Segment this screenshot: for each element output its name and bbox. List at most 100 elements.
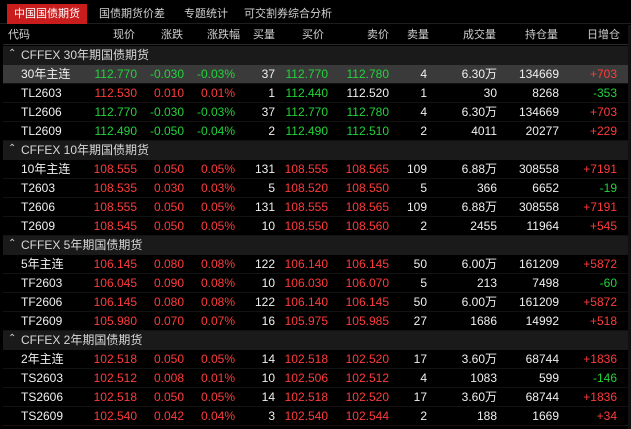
table-row[interactable]: TL2603 112.530 0.010 0.01% 1 112.440 112.520 1 3… bbox=[3, 84, 631, 103]
group-header[interactable]: ⌃ CFFEX 2年期国债期货 bbox=[3, 331, 631, 350]
val-bid-volume: 122 bbox=[254, 257, 275, 271]
chevron-up-icon[interactable]: ⌃ bbox=[8, 48, 16, 59]
val-open-interest: 134669 bbox=[518, 105, 559, 119]
val-bid-price: 112.490 bbox=[285, 124, 329, 138]
col-open-interest[interactable]: 持仓量 bbox=[525, 25, 558, 45]
group-header[interactable]: ⌃ CFFEX 30年期国债期货 bbox=[3, 46, 631, 65]
table-row[interactable]: TS2603 102.512 0.008 0.01% 10 102.506 102.512 4… bbox=[3, 369, 631, 388]
val-volume: 6.88万 bbox=[461, 200, 497, 214]
val-ask-price: 102.520 bbox=[345, 352, 389, 366]
val-bid-price: 108.520 bbox=[284, 181, 328, 195]
table-row[interactable]: T2603 108.535 0.030 0.03% 5 108.520 108.550 5 36… bbox=[3, 179, 631, 198]
val-oi-change: +518 bbox=[589, 314, 617, 328]
val-open-interest: 8268 bbox=[532, 86, 559, 100]
table-row[interactable]: T2606 108.555 0.050 0.05% 131 108.555 108.565 1… bbox=[3, 198, 631, 217]
contract-code: T2603 bbox=[21, 181, 56, 195]
col-code[interactable]: 代码 bbox=[8, 25, 30, 45]
table-row[interactable]: 5年主连 106.145 0.080 0.08% 122 106.140 106.145 50… bbox=[3, 255, 631, 274]
val-change-pct: 0.08% bbox=[200, 276, 235, 290]
val-oi-change: +703 bbox=[589, 105, 617, 119]
table-row[interactable]: TS2606 102.518 0.050 0.05% 14 102.518 102.520 1… bbox=[3, 388, 631, 407]
val-volume: 3.60万 bbox=[461, 352, 497, 366]
val-change: -0.050 bbox=[149, 124, 184, 138]
table-row[interactable]: TF2609 105.980 0.070 0.07% 16 105.975 105.985 2… bbox=[3, 312, 631, 331]
val-ask-volume: 5 bbox=[420, 181, 427, 195]
tab-special-statistics[interactable]: 专题统计 bbox=[178, 4, 234, 24]
col-ask-volume[interactable]: 卖量 bbox=[407, 25, 429, 45]
table-row[interactable]: 30年主连 112.770 -0.030 -0.03% 37 112.770 112.780… bbox=[3, 65, 631, 84]
col-ask-price[interactable]: 卖价 bbox=[367, 25, 389, 45]
val-bid-volume: 14 bbox=[261, 390, 275, 404]
col-bid-price[interactable]: 买价 bbox=[302, 25, 324, 45]
table-row[interactable]: T2609 108.545 0.050 0.05% 10 108.550 108.560 2 2… bbox=[3, 217, 631, 236]
col-bid-volume[interactable]: 买量 bbox=[253, 25, 275, 45]
val-ask-volume: 109 bbox=[406, 200, 427, 214]
val-change: 0.050 bbox=[153, 390, 184, 404]
chevron-up-icon[interactable]: ⌃ bbox=[8, 238, 16, 249]
col-change-pct[interactable]: 涨跌幅 bbox=[207, 25, 240, 45]
val-bid-volume: 5 bbox=[268, 181, 275, 195]
val-volume: 30 bbox=[483, 86, 497, 100]
val-ask-volume: 27 bbox=[413, 314, 427, 328]
col-oi-change[interactable]: 日增仓 bbox=[587, 25, 620, 45]
val-open-interest: 20277 bbox=[525, 124, 559, 138]
val-bid-volume: 10 bbox=[261, 276, 275, 290]
contract-code: TL2606 bbox=[21, 105, 62, 119]
val-change: 0.070 bbox=[153, 314, 184, 328]
val-ask-price: 112.780 bbox=[346, 105, 390, 119]
val-ask-volume: 4 bbox=[420, 67, 427, 81]
tab-cn-treasury-futures[interactable]: 中国国债期货 bbox=[7, 4, 87, 24]
val-price: 105.980 bbox=[93, 314, 137, 328]
val-price: 106.045 bbox=[93, 276, 137, 290]
col-change[interactable]: 涨跌 bbox=[161, 25, 183, 45]
val-ask-volume: 109 bbox=[406, 162, 427, 176]
tab-deliverable-bond-analysis[interactable]: 可交割券综合分析 bbox=[242, 4, 334, 24]
table-row[interactable]: TS2609 102.540 0.042 0.04% 3 102.540 102.544 2 1… bbox=[3, 407, 631, 426]
group-title: CFFEX 5年期国债期货 bbox=[21, 238, 143, 252]
val-oi-change: +5872 bbox=[583, 257, 617, 271]
contract-code: TS2606 bbox=[21, 390, 64, 404]
val-open-interest: 161209 bbox=[518, 295, 559, 309]
val-change: 0.090 bbox=[153, 276, 184, 290]
val-bid-volume: 1 bbox=[268, 86, 275, 100]
contract-code: TL2609 bbox=[21, 124, 62, 138]
contract-code: 5年主连 bbox=[21, 257, 64, 271]
quote-table: 代码 现价 涨跌 涨跌幅 买量 买价 卖价 卖量 成交量 持仓量 日增仓 ⌃ CF… bbox=[3, 25, 631, 429]
val-bid-price: 102.518 bbox=[284, 352, 328, 366]
table-row[interactable]: TF2606 106.145 0.080 0.08% 122 106.140 106.145… bbox=[3, 293, 631, 312]
val-bid-volume: 10 bbox=[261, 371, 275, 385]
col-price[interactable]: 现价 bbox=[113, 25, 135, 45]
val-bid-price: 105.975 bbox=[284, 314, 328, 328]
group-header[interactable]: ⌃ CFFEX 10年期国债期货 bbox=[3, 141, 631, 160]
val-volume: 4011 bbox=[471, 124, 497, 138]
table-row[interactable]: TF2603 106.045 0.090 0.08% 10 106.030 106.070 5… bbox=[3, 274, 631, 293]
table-row[interactable]: TL2609 112.490 -0.050 -0.04% 2 112.490 112.510… bbox=[3, 122, 631, 141]
col-volume[interactable]: 成交量 bbox=[463, 25, 496, 45]
val-ask-price: 106.145 bbox=[345, 295, 389, 309]
val-price: 108.545 bbox=[93, 219, 137, 233]
val-change-pct: 0.01% bbox=[200, 86, 235, 100]
table-row[interactable]: 10年主连 108.555 0.050 0.05% 131 108.555 108.565 1… bbox=[3, 160, 631, 179]
table-row[interactable]: 2年主连 102.518 0.050 0.05% 14 102.518 102.520 17 3… bbox=[3, 350, 631, 369]
val-ask-price: 112.780 bbox=[346, 67, 390, 81]
val-ask-price: 108.565 bbox=[345, 200, 389, 214]
val-ask-volume: 1 bbox=[420, 86, 427, 100]
val-bid-volume: 37 bbox=[261, 67, 275, 81]
val-open-interest: 308558 bbox=[518, 200, 559, 214]
chevron-up-icon[interactable]: ⌃ bbox=[8, 333, 16, 344]
val-oi-change: +7191 bbox=[583, 162, 617, 176]
table-row[interactable]: TL2606 112.770 -0.030 -0.03% 37 112.770 112.78… bbox=[3, 103, 631, 122]
group-header[interactable]: ⌃ CFFEX 5年期国债期货 bbox=[3, 236, 631, 255]
val-price: 112.770 bbox=[94, 67, 138, 81]
val-change-pct: 0.04% bbox=[200, 409, 235, 423]
val-volume: 1686 bbox=[470, 314, 497, 328]
tab-treasury-futures-spread[interactable]: 国债期货价差 bbox=[93, 4, 171, 24]
val-open-interest: 308558 bbox=[518, 162, 559, 176]
chevron-up-icon[interactable]: ⌃ bbox=[8, 143, 16, 154]
val-price: 102.518 bbox=[93, 390, 137, 404]
val-ask-price: 102.520 bbox=[345, 390, 389, 404]
val-open-interest: 68744 bbox=[525, 390, 559, 404]
val-bid-price: 106.140 bbox=[284, 295, 328, 309]
val-change-pct: 0.08% bbox=[200, 257, 235, 271]
val-ask-price: 106.070 bbox=[345, 276, 389, 290]
